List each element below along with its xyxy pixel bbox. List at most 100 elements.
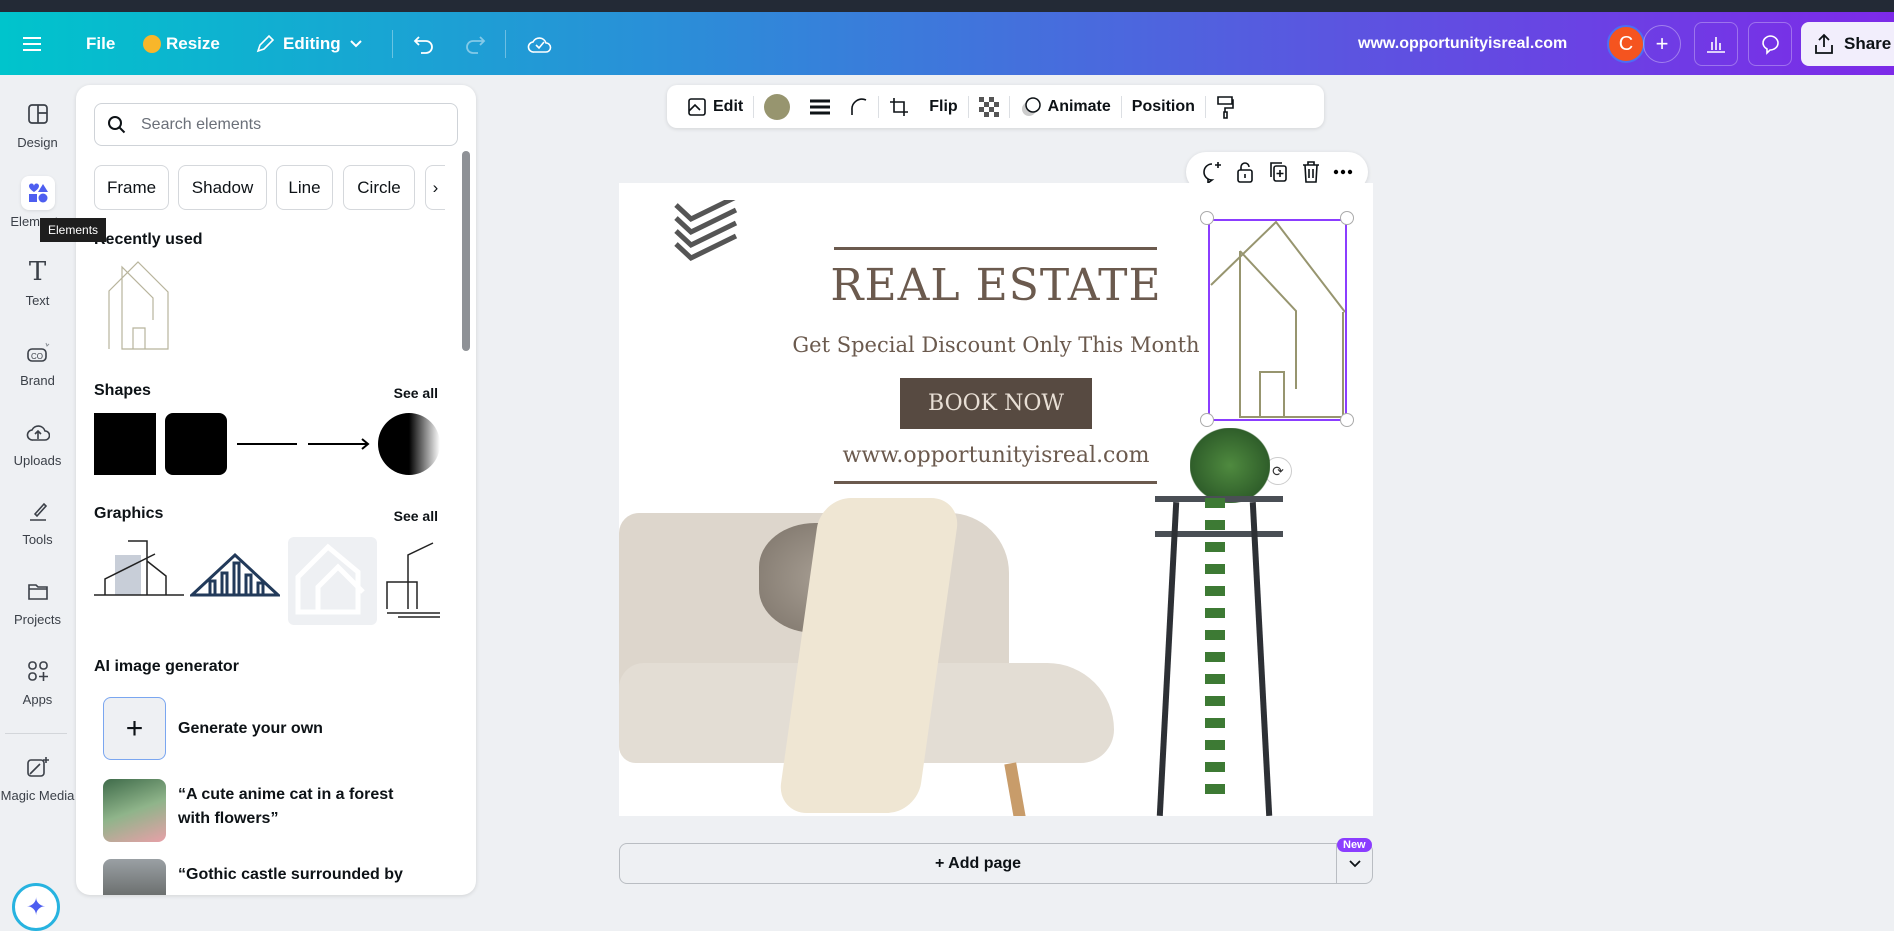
- corner-rounding-button[interactable]: [840, 97, 878, 116]
- graphic-white-house[interactable]: [288, 537, 377, 625]
- copy-style-button[interactable]: [1206, 95, 1244, 119]
- shapes-icon: [20, 176, 55, 210]
- plus-icon: +: [1655, 31, 1669, 56]
- shape-rounded-square[interactable]: [165, 413, 227, 475]
- chevron-down-icon: [1348, 859, 1361, 867]
- design-page[interactable]: REAL ESTATE Get Special Discount Only Th…: [619, 183, 1373, 816]
- brand-icon: CO: [21, 335, 55, 369]
- bottom-divider: [834, 481, 1157, 484]
- rail-label: Apps: [22, 692, 53, 707]
- animate-icon: [1021, 96, 1041, 116]
- comments-button[interactable]: [1748, 22, 1792, 66]
- rail-label: Uploads: [13, 453, 62, 468]
- ai-generator-heading: AI image generator: [94, 658, 239, 675]
- add-page-button[interactable]: + Add page: [619, 843, 1337, 884]
- lock-icon[interactable]: [1236, 161, 1254, 183]
- cat-prompt[interactable]: “A cute anime cat in a forest with flowe…: [178, 783, 418, 831]
- scrollbar-thumb[interactable]: [462, 151, 470, 351]
- share-button[interactable]: Share: [1801, 22, 1894, 66]
- animate-button[interactable]: Animate: [1010, 96, 1121, 117]
- resize-handle[interactable]: [1200, 211, 1214, 225]
- editing-dropdown[interactable]: Editing: [255, 12, 363, 75]
- search-icon: [108, 115, 126, 133]
- graphic-house-chart[interactable]: [188, 537, 282, 612]
- transparency-button[interactable]: [969, 96, 1009, 117]
- rail-item-apps[interactable]: Apps: [0, 654, 75, 707]
- graphic-buildings[interactable]: [386, 537, 440, 624]
- shape-line[interactable]: [237, 443, 297, 445]
- rail-item-tools[interactable]: Tools: [0, 494, 75, 547]
- file-menu[interactable]: File: [86, 12, 115, 75]
- book-now-button[interactable]: BOOK NOW: [900, 378, 1092, 429]
- chips-next-button[interactable]: ›: [425, 165, 445, 210]
- save-status-button[interactable]: [527, 12, 553, 75]
- resize-handle[interactable]: [1200, 413, 1214, 427]
- cloud-upload-icon: [21, 415, 55, 449]
- rail-item-design[interactable]: Design: [0, 97, 75, 150]
- resize-label: Resize: [166, 33, 220, 53]
- house-outline-icon: [108, 261, 169, 350]
- graphics-see-all[interactable]: See all: [394, 508, 438, 524]
- recent-house-item[interactable]: [108, 261, 170, 356]
- chevron-down-icon: [349, 39, 362, 47]
- comment-icon: [1762, 35, 1779, 55]
- rail-item-projects[interactable]: Projects: [0, 574, 75, 627]
- graphic-building-lines[interactable]: [94, 537, 184, 612]
- rail-label: Tools: [22, 532, 53, 547]
- generate-your-own-button[interactable]: +: [103, 697, 166, 760]
- castle-prompt[interactable]: “Gothic castle surrounded by: [178, 863, 458, 887]
- invite-button[interactable]: +: [1643, 25, 1681, 63]
- stroke-weight-button[interactable]: [800, 98, 840, 116]
- crown-icon: [143, 34, 161, 53]
- undo-icon: [413, 35, 433, 54]
- rail-item-uploads[interactable]: Uploads: [0, 415, 75, 468]
- duplicate-icon[interactable]: [1268, 161, 1288, 183]
- design-title[interactable]: www.opportunityisreal.com: [1358, 12, 1567, 75]
- shape-gradient-circle[interactable]: [378, 413, 440, 475]
- rail-item-text[interactable]: T Text: [0, 255, 75, 308]
- rail-item-magic-media[interactable]: Magic Media: [0, 750, 75, 803]
- redo-icon: [466, 35, 486, 54]
- position-button[interactable]: Position: [1122, 98, 1205, 116]
- chip-circle[interactable]: Circle: [343, 165, 415, 210]
- avatar[interactable]: C: [1607, 25, 1645, 63]
- undo-button[interactable]: [413, 12, 435, 75]
- top-divider: [834, 247, 1157, 250]
- apps-icon: [21, 654, 55, 688]
- cat-thumbnail[interactable]: [103, 779, 166, 842]
- edit-image-button[interactable]: Edit: [677, 97, 753, 117]
- shape-arrow[interactable]: [308, 436, 370, 457]
- search-input[interactable]: Search elements: [94, 103, 458, 146]
- resize-handle[interactable]: [1340, 211, 1354, 225]
- insights-button[interactable]: [1694, 22, 1738, 66]
- generate-your-own-label[interactable]: Generate your own: [178, 717, 323, 741]
- shapes-see-all[interactable]: See all: [394, 385, 438, 401]
- selected-house-graphic[interactable]: [1208, 219, 1347, 421]
- transparency-icon: [978, 96, 999, 117]
- chip-line[interactable]: Line: [276, 165, 333, 210]
- menu-button[interactable]: [22, 12, 42, 75]
- add-comment-icon[interactable]: [1201, 161, 1223, 183]
- plant-stand-photo[interactable]: [1150, 428, 1310, 816]
- sofa-photo[interactable]: [619, 498, 1119, 816]
- resize-handle[interactable]: [1340, 413, 1354, 427]
- resize-button[interactable]: Resize: [143, 12, 220, 75]
- chip-frame[interactable]: Frame: [94, 165, 169, 210]
- redo-button[interactable]: [464, 12, 486, 75]
- tools-pen-icon: [21, 494, 55, 528]
- crop-button[interactable]: [879, 97, 919, 117]
- scrollbar[interactable]: [462, 127, 470, 887]
- rail-label: Magic Media: [0, 788, 75, 803]
- trash-icon[interactable]: [1302, 161, 1320, 183]
- shape-square[interactable]: [94, 413, 156, 475]
- paint-roller-icon: [1217, 95, 1234, 119]
- castle-thumbnail[interactable]: [103, 859, 166, 895]
- magic-assistant-button[interactable]: ✦: [12, 883, 60, 931]
- rail-item-brand[interactable]: CO Brand: [0, 335, 75, 388]
- corner-icon: [851, 97, 867, 115]
- color-swatch: [764, 93, 791, 120]
- flip-button[interactable]: Flip: [919, 98, 967, 116]
- more-icon[interactable]: [1333, 169, 1353, 175]
- color-button[interactable]: [754, 93, 800, 120]
- chip-shadow[interactable]: Shadow: [178, 165, 267, 210]
